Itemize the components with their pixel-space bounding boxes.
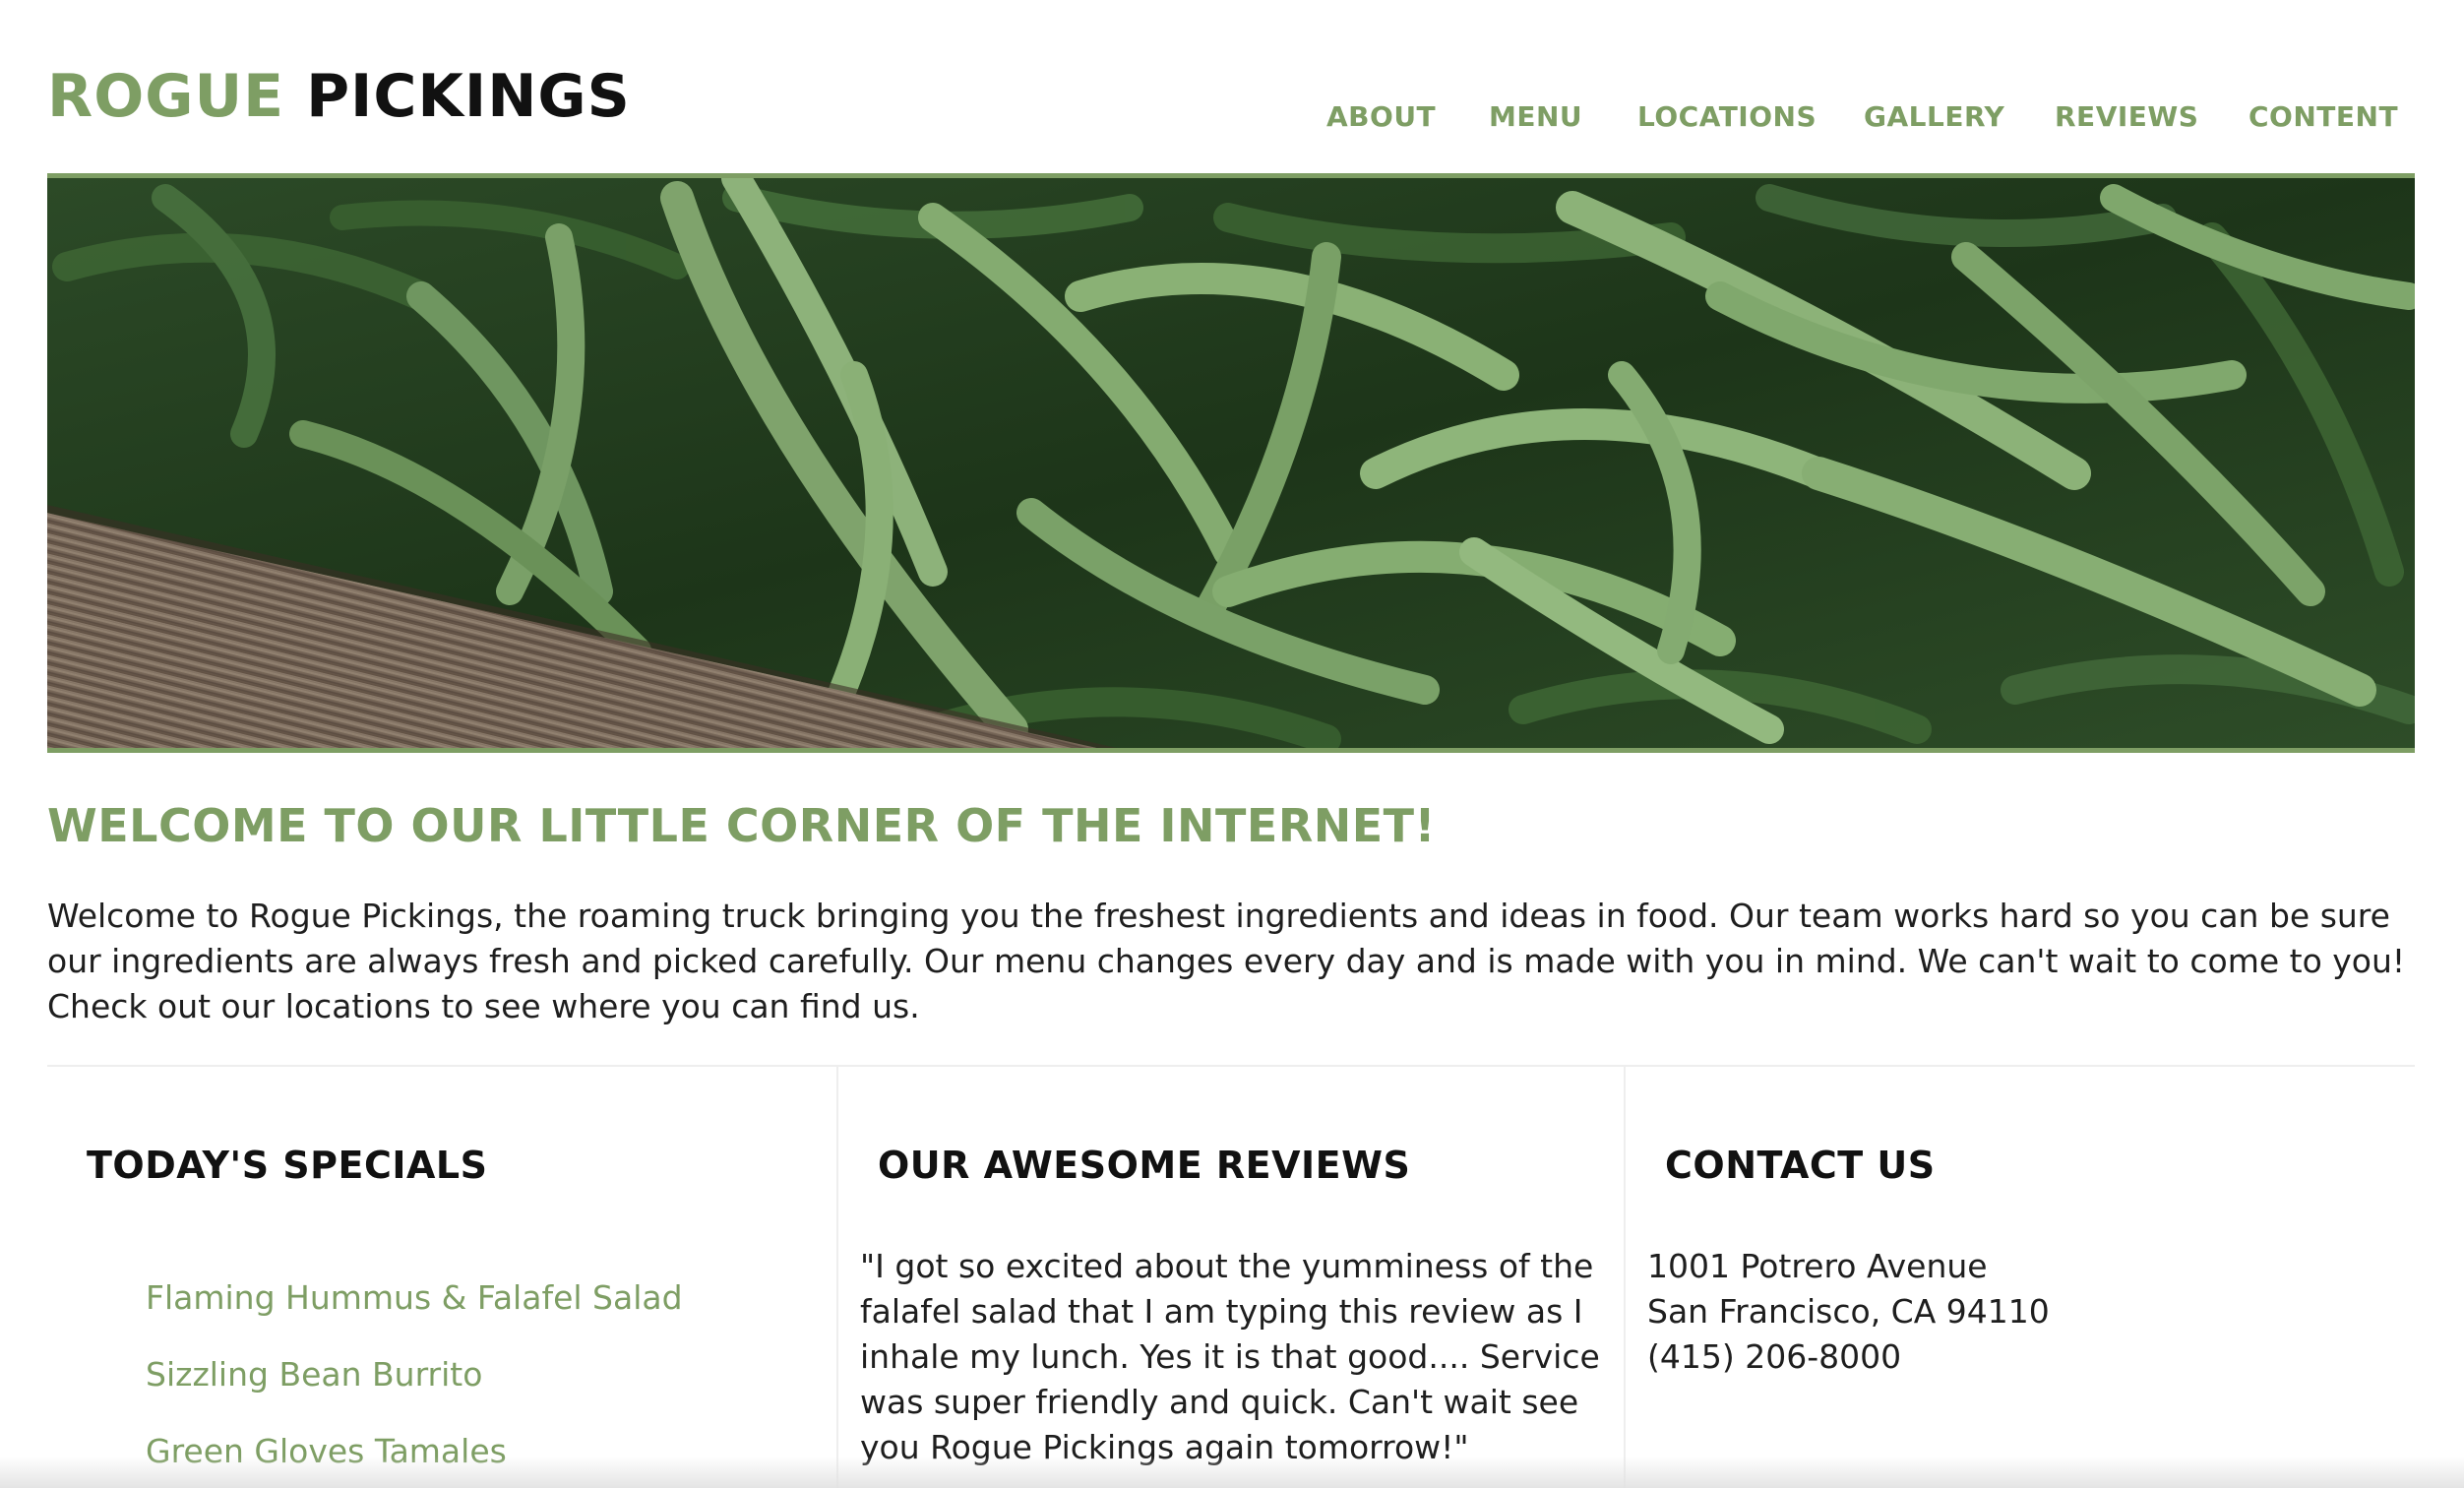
- contact-heading: CONTACT US: [1665, 1144, 1936, 1187]
- bottom-fade: [0, 1457, 2464, 1488]
- logo-part-rogue: ROGUE: [47, 62, 285, 131]
- nav-item-locations[interactable]: LOCATIONS: [1637, 100, 1817, 133]
- special-item[interactable]: Sizzling Bean Burrito: [146, 1336, 683, 1413]
- page: ROGUE PICKINGS ABOUT MENU LOCATIONS GALL…: [0, 0, 2464, 1488]
- green-beans-photo: [47, 178, 2415, 751]
- site-header: ROGUE PICKINGS ABOUT MENU LOCATIONS GALL…: [47, 0, 2415, 175]
- contact-address-line2: San Francisco, CA 94110: [1647, 1292, 2050, 1331]
- welcome-heading: WELCOME TO OUR LITTLE CORNER OF THE INTE…: [47, 799, 1437, 852]
- contact-details: 1001 Potrero Avenue San Francisco, CA 94…: [1647, 1244, 2050, 1380]
- nav-item-gallery[interactable]: GALLERY: [1864, 100, 2004, 133]
- contact-phone[interactable]: (415) 206-8000: [1647, 1334, 2050, 1380]
- hero-divider: [47, 748, 2415, 753]
- reviews-section: OUR AWESOME REVIEWS "I got so excited ab…: [838, 1067, 1624, 1488]
- reviews-heading: OUR AWESOME REVIEWS: [878, 1144, 1411, 1187]
- special-item[interactable]: Flaming Hummus & Falafel Salad: [146, 1260, 683, 1336]
- nav-item-content[interactable]: CONTENT: [2248, 100, 2398, 133]
- specials-list: Flaming Hummus & Falafel Salad Sizzling …: [146, 1260, 683, 1488]
- hero-image: [47, 178, 2415, 751]
- nav-item-reviews[interactable]: REVIEWS: [2055, 100, 2198, 133]
- review-quote: "I got so excited about the yumminess of…: [860, 1247, 1600, 1466]
- nav-item-menu[interactable]: MENU: [1489, 100, 1582, 133]
- logo-part-pickings: PICKINGS: [306, 62, 631, 131]
- contact-section: CONTACT US 1001 Potrero Avenue San Franc…: [1626, 1067, 2415, 1488]
- site-logo[interactable]: ROGUE PICKINGS: [47, 61, 631, 132]
- specials-section: TODAY'S SPECIALS Flaming Hummus & Falafe…: [47, 1067, 836, 1488]
- nav-item-about[interactable]: ABOUT: [1326, 100, 1436, 133]
- specials-heading: TODAY'S SPECIALS: [87, 1144, 488, 1187]
- welcome-paragraph: Welcome to Rogue Pickings, the roaming t…: [47, 897, 2406, 1025]
- contact-address-line1: 1001 Potrero Avenue: [1647, 1247, 1988, 1285]
